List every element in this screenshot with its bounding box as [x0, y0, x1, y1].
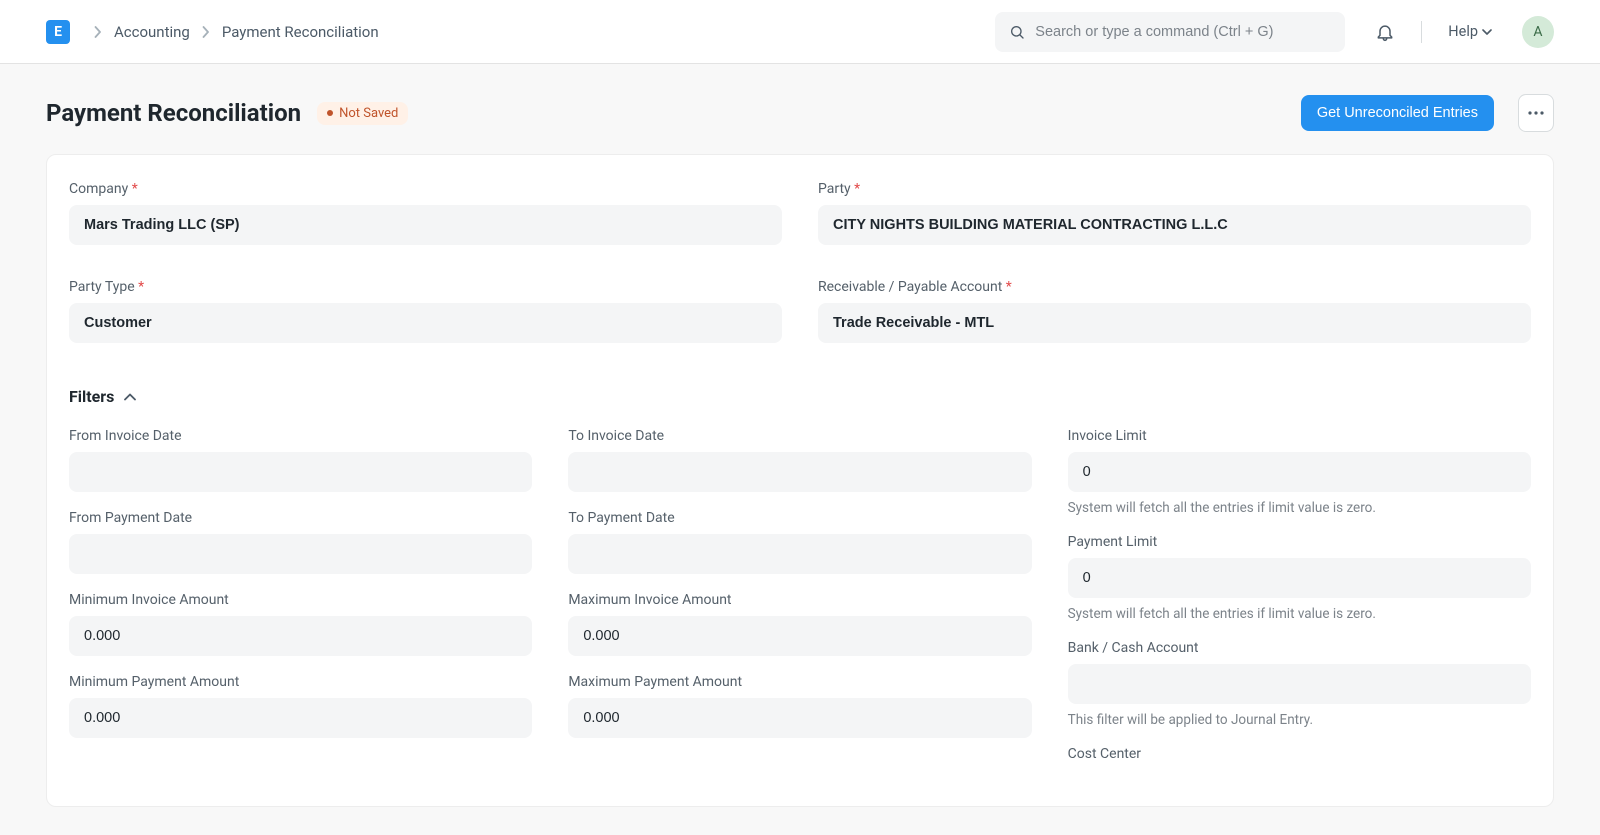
to-payment-date-label: To Payment Date	[568, 510, 1031, 526]
invoice-limit-field[interactable]	[1068, 452, 1531, 492]
min-invoice-amount-field[interactable]	[69, 616, 532, 656]
from-invoice-date-label: From Invoice Date	[69, 428, 532, 444]
bank-cash-help: This filter will be applied to Journal E…	[1068, 712, 1531, 728]
from-payment-date-field[interactable]	[69, 534, 532, 574]
party-label: Party	[818, 181, 1531, 197]
party-field[interactable]	[818, 205, 1531, 245]
chevron-right-icon	[202, 26, 210, 38]
chevron-down-icon	[1482, 29, 1492, 35]
chevron-up-icon	[124, 393, 136, 401]
max-invoice-amount-field[interactable]	[568, 616, 1031, 656]
status-dot-icon	[327, 110, 333, 116]
max-payment-amount-label: Maximum Payment Amount	[568, 674, 1031, 690]
search-icon	[1009, 24, 1025, 40]
bank-cash-field[interactable]	[1068, 664, 1531, 704]
avatar[interactable]: A	[1522, 16, 1554, 48]
breadcrumb-current[interactable]: Payment Reconciliation	[222, 23, 379, 41]
help-label: Help	[1448, 23, 1478, 40]
company-field[interactable]	[69, 205, 782, 245]
max-payment-amount-field[interactable]	[568, 698, 1031, 738]
get-unreconciled-entries-button[interactable]: Get Unreconciled Entries	[1301, 95, 1494, 131]
page-header: Payment Reconciliation Not Saved Get Unr…	[0, 64, 1600, 154]
company-label: Company	[69, 181, 782, 197]
to-invoice-date-field[interactable]	[568, 452, 1031, 492]
min-invoice-amount-label: Minimum Invoice Amount	[69, 592, 532, 608]
from-invoice-date-field[interactable]	[69, 452, 532, 492]
to-invoice-date-label: To Invoice Date	[568, 428, 1031, 444]
more-actions-button[interactable]	[1518, 94, 1554, 132]
payment-limit-field[interactable]	[1068, 558, 1531, 598]
chevron-right-icon	[94, 26, 102, 38]
invoice-limit-label: Invoice Limit	[1068, 428, 1531, 444]
app-logo[interactable]: E	[46, 20, 70, 44]
min-payment-amount-field[interactable]	[69, 698, 532, 738]
payment-limit-label: Payment Limit	[1068, 534, 1531, 550]
help-button[interactable]: Help	[1448, 23, 1492, 40]
to-payment-date-field[interactable]	[568, 534, 1031, 574]
bank-cash-label: Bank / Cash Account	[1068, 640, 1531, 656]
from-payment-date-label: From Payment Date	[69, 510, 532, 526]
ellipsis-icon	[1528, 111, 1544, 115]
invoice-limit-help: System will fetch all the entries if lim…	[1068, 500, 1531, 516]
search-input[interactable]	[1035, 24, 1331, 40]
navbar: E Accounting Payment Reconciliation Help…	[0, 0, 1600, 64]
payment-limit-help: System will fetch all the entries if lim…	[1068, 606, 1531, 622]
filters-label: Filters	[69, 387, 114, 406]
notifications-button[interactable]	[1375, 22, 1395, 42]
account-label: Receivable / Payable Account	[818, 279, 1531, 295]
status-badge: Not Saved	[317, 102, 408, 125]
form-card: Company Party Party Type Receivable / Pa…	[46, 154, 1554, 807]
account-field[interactable]	[818, 303, 1531, 343]
min-payment-amount-label: Minimum Payment Amount	[69, 674, 532, 690]
party-type-field[interactable]	[69, 303, 782, 343]
status-text: Not Saved	[339, 106, 398, 121]
breadcrumb: Accounting Payment Reconciliation	[94, 23, 379, 41]
breadcrumb-parent[interactable]: Accounting	[114, 23, 190, 41]
max-invoice-amount-label: Maximum Invoice Amount	[568, 592, 1031, 608]
page-title: Payment Reconciliation	[46, 99, 301, 127]
party-type-label: Party Type	[69, 279, 782, 295]
filters-section-toggle[interactable]: Filters	[69, 387, 1531, 406]
divider	[1421, 21, 1422, 43]
cost-center-label: Cost Center	[1068, 746, 1531, 762]
global-search[interactable]	[995, 12, 1345, 52]
